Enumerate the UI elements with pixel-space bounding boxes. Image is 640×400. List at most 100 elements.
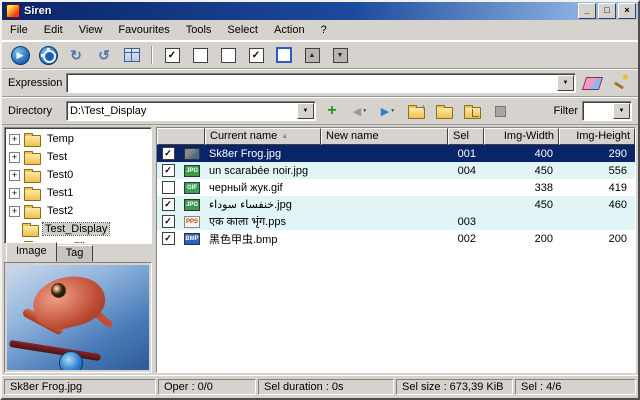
check-selection-button[interactable]: ✓ bbox=[244, 43, 268, 67]
row-checkbox[interactable] bbox=[161, 181, 175, 194]
view-layout-button[interactable] bbox=[120, 43, 144, 67]
tree-item-test-display[interactable]: Test_Display bbox=[7, 220, 151, 238]
menu-bar: File Edit View Favourites Tools Select A… bbox=[2, 20, 638, 41]
row-checkbox[interactable]: ✓ bbox=[161, 147, 175, 160]
menu-tools[interactable]: Tools bbox=[178, 20, 220, 40]
menu-select[interactable]: Select bbox=[219, 20, 266, 40]
folder-open-icon bbox=[22, 222, 39, 237]
check-icon: ✓ bbox=[164, 233, 172, 243]
table-row[interactable]: ✓ JPG un scarabée noir.jpg 004 450 556 bbox=[157, 162, 635, 179]
expand-icon[interactable]: + bbox=[9, 133, 20, 145]
uncheck-all-button[interactable] bbox=[188, 43, 212, 67]
tree-item-test2[interactable]: + Test2 bbox=[7, 202, 151, 220]
tree-item-test[interactable]: + Test bbox=[7, 148, 151, 166]
tab-image[interactable]: Image bbox=[6, 242, 57, 262]
folder-tree-button[interactable] bbox=[460, 99, 484, 123]
row-checkbox[interactable]: ✓ bbox=[161, 164, 175, 177]
back-button[interactable]: ◀ ▼ bbox=[348, 99, 372, 123]
expand-icon[interactable]: + bbox=[9, 169, 20, 181]
cell-current-name: черный жук.gif bbox=[209, 181, 283, 194]
folder-up-icon: ↑ bbox=[407, 102, 426, 119]
cell-current-name: خنفساء سوداء.jpg bbox=[209, 199, 292, 211]
directory-value[interactable]: D:\Test_Display bbox=[67, 105, 296, 117]
table-row[interactable]: ✓ BMP 黑色甲虫.bmp 002 200 200 bbox=[157, 230, 635, 247]
cell-sel: 003 bbox=[457, 215, 476, 228]
menu-file[interactable]: File bbox=[2, 20, 36, 40]
expand-icon[interactable]: + bbox=[9, 205, 20, 217]
clear-expression-button[interactable] bbox=[580, 71, 604, 95]
tree-item-label[interactable]: Test1 bbox=[45, 187, 75, 199]
stop-button[interactable] bbox=[488, 99, 512, 123]
options-button[interactable] bbox=[36, 43, 60, 67]
cell-sel: 004 bbox=[457, 164, 476, 177]
table-row[interactable]: ✓ PPS एक काला भृंग.pps 003 bbox=[157, 213, 635, 230]
folder-icon bbox=[435, 104, 453, 119]
tree-item-label[interactable]: Test bbox=[45, 151, 69, 163]
expand-icon[interactable]: + bbox=[9, 151, 20, 163]
cell-sel: 001 bbox=[457, 147, 476, 160]
grid-icon bbox=[124, 48, 140, 62]
undo-button[interactable]: ↺ bbox=[92, 43, 116, 67]
menu-action[interactable]: Action bbox=[266, 20, 313, 40]
wizard-button[interactable]: * bbox=[608, 71, 632, 95]
close-button[interactable]: × bbox=[618, 3, 636, 19]
maximize-button[interactable]: □ bbox=[598, 3, 616, 19]
tree-item-label[interactable]: Test2 bbox=[45, 205, 75, 217]
cell-img-width: 338 bbox=[534, 181, 553, 194]
parent-folder-button[interactable]: ↑ bbox=[404, 99, 428, 123]
table-row[interactable]: GIF черный жук.gif 338 419 bbox=[157, 179, 635, 196]
move-bottom-button[interactable]: ▼ bbox=[328, 43, 352, 67]
header-current-name[interactable]: Current name ▲ bbox=[205, 128, 321, 145]
tab-tag[interactable]: Tag bbox=[55, 245, 94, 262]
expand-icon[interactable]: + bbox=[9, 187, 20, 199]
move-top-button[interactable]: ▲ bbox=[300, 43, 324, 67]
header-new-name[interactable]: New name bbox=[321, 128, 448, 145]
menu-view[interactable]: View bbox=[71, 20, 111, 40]
tree-item-test1[interactable]: + Test1 bbox=[7, 184, 151, 202]
tree-item-label[interactable]: Test0 bbox=[45, 169, 75, 181]
check-all-button[interactable]: ✓ bbox=[160, 43, 184, 67]
tree-item-temp[interactable]: + Temp bbox=[7, 130, 151, 148]
directory-dropdown-button[interactable]: ▼ bbox=[297, 103, 314, 119]
menu-favourites[interactable]: Favourites bbox=[110, 20, 177, 40]
row-checkbox[interactable]: ✓ bbox=[161, 232, 175, 245]
header-img-width[interactable]: Img-Width bbox=[484, 128, 559, 145]
title-bar[interactable]: Siren _ □ × bbox=[2, 2, 638, 20]
table-row[interactable]: ✓ Sk8er Frog.jpg 001 400 290 bbox=[157, 145, 635, 162]
tree-item-label-selected[interactable]: Test_Display bbox=[41, 222, 111, 236]
invert-check-button[interactable] bbox=[216, 43, 240, 67]
filter-dropdown-button[interactable]: ▼ bbox=[613, 103, 630, 119]
folder-icon bbox=[24, 204, 41, 219]
check-icon: ✓ bbox=[164, 199, 172, 209]
row-checkbox[interactable]: ✓ bbox=[161, 198, 175, 211]
triangle-up-icon: ▲ bbox=[304, 47, 320, 63]
status-sel-size: Sel size : 673,39 KiB bbox=[396, 379, 513, 395]
tree-item-test0[interactable]: + Test0 bbox=[7, 166, 151, 184]
pps-file-icon: PPS bbox=[184, 215, 200, 228]
folder-tree: + Temp + Test + Test0 + Test1 + Test2 Te… bbox=[4, 127, 152, 244]
forward-button[interactable]: ▶ ▼ bbox=[376, 99, 400, 123]
menu-edit[interactable]: Edit bbox=[36, 20, 71, 40]
expression-input[interactable]: ▼ bbox=[66, 73, 576, 93]
header-sel[interactable]: Sel bbox=[448, 128, 484, 145]
check-icon: ✓ bbox=[164, 216, 172, 226]
browse-folder-button[interactable] bbox=[432, 99, 456, 123]
cell-current-name: एक काला भृंग.pps bbox=[209, 216, 286, 228]
expression-dropdown-button[interactable]: ▼ bbox=[557, 75, 574, 91]
tree-item-label[interactable]: Temp bbox=[45, 133, 76, 145]
filter-input[interactable]: ▼ bbox=[582, 101, 632, 121]
directory-input[interactable]: D:\Test_Display ▼ bbox=[66, 101, 316, 121]
add-favourite-button[interactable]: + bbox=[320, 99, 344, 123]
row-checkbox[interactable]: ✓ bbox=[161, 215, 175, 228]
minimize-button[interactable]: _ bbox=[578, 3, 596, 19]
refresh-button[interactable]: ↻ bbox=[64, 43, 88, 67]
table-row[interactable]: ✓ JPG خنفساء سوداء.jpg 450 460 bbox=[157, 196, 635, 213]
header-img-height[interactable]: Img-Height bbox=[559, 128, 635, 145]
run-rename-button[interactable]: ▶ bbox=[8, 43, 32, 67]
magic-wand-icon: * bbox=[612, 72, 628, 92]
header-blank[interactable] bbox=[157, 128, 205, 145]
check-filter-button[interactable] bbox=[272, 43, 296, 67]
menu-help[interactable]: ? bbox=[313, 20, 335, 40]
undo-icon: ↺ bbox=[98, 46, 110, 63]
cell-img-width: 200 bbox=[534, 232, 553, 245]
